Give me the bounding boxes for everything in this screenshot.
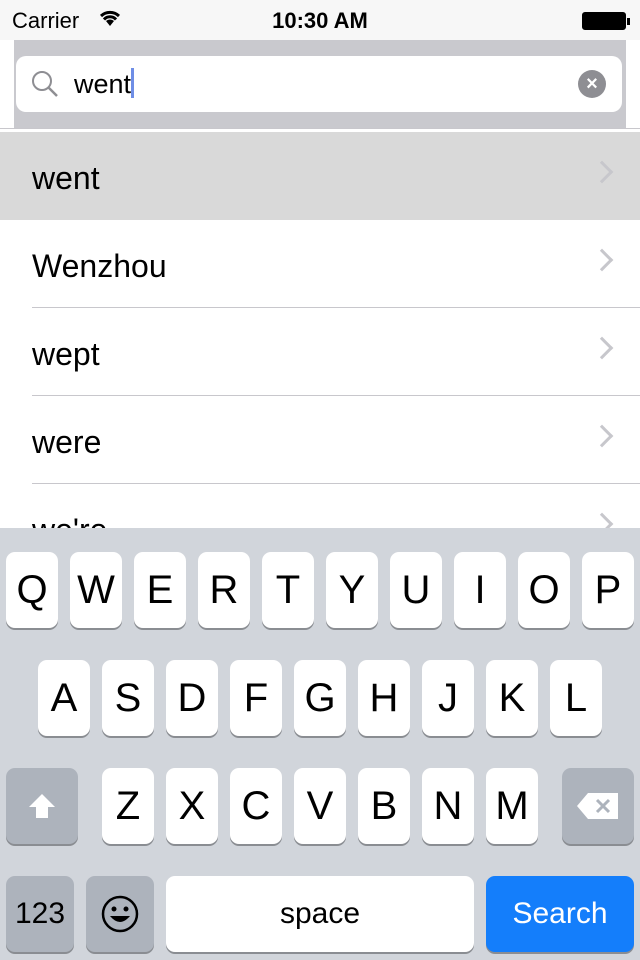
key-g[interactable]: G [294, 660, 346, 736]
key-k[interactable]: K [486, 660, 538, 736]
list-item[interactable]: went [0, 132, 640, 220]
key-z[interactable]: Z [102, 768, 154, 844]
key-f[interactable]: F [230, 660, 282, 736]
emoji-key[interactable] [86, 876, 154, 952]
key-e[interactable]: E [134, 552, 186, 628]
key-n[interactable]: N [422, 768, 474, 844]
key-m[interactable]: M [486, 768, 538, 844]
backspace-icon [577, 793, 618, 819]
key-p[interactable]: P [582, 552, 634, 628]
shift-key[interactable] [6, 768, 78, 844]
clock: 10:30 AM [272, 8, 368, 33]
results-list: went Wenzhou wept were we're [0, 132, 640, 572]
key-w[interactable]: W [70, 552, 122, 628]
key-u[interactable]: U [390, 552, 442, 628]
key-x[interactable]: X [166, 768, 218, 844]
chevron-right-icon [590, 160, 614, 184]
search-query: went [74, 69, 132, 99]
search-input[interactable]: went × [16, 56, 622, 112]
search-icon [30, 69, 60, 104]
key-q[interactable]: Q [6, 552, 58, 628]
search-key[interactable]: Search [486, 876, 634, 952]
key-y[interactable]: Y [326, 552, 378, 628]
key-r[interactable]: R [198, 552, 250, 628]
text-cursor [131, 68, 135, 98]
key-l[interactable]: L [550, 660, 602, 736]
key-o[interactable]: O [518, 552, 570, 628]
key-t[interactable]: T [262, 552, 314, 628]
keyboard: 123 space Search QWERTYUIOP ASDFGHJKL ZXCV… [0, 528, 640, 960]
chevron-right-icon [590, 248, 614, 272]
shift-icon [29, 794, 55, 818]
key-h[interactable]: H [358, 660, 410, 736]
delete-key[interactable] [562, 768, 634, 844]
emoji-icon [101, 895, 139, 933]
numbers-key[interactable]: 123 [6, 876, 74, 952]
key-a[interactable]: A [38, 660, 90, 736]
divider [0, 128, 640, 129]
key-b[interactable]: B [358, 768, 410, 844]
key-s[interactable]: S [102, 660, 154, 736]
chevron-right-icon [590, 336, 614, 360]
status-bar: Carrier 10:30 AM [0, 0, 640, 40]
search-bar: went × [14, 40, 626, 128]
list-item[interactable]: wept [32, 308, 640, 396]
key-v[interactable]: V [294, 768, 346, 844]
battery-icon [582, 12, 630, 30]
chevron-right-icon [590, 424, 614, 448]
space-key[interactable]: space [166, 876, 474, 952]
key-d[interactable]: D [166, 660, 218, 736]
list-item[interactable]: were [32, 396, 640, 484]
key-j[interactable]: J [422, 660, 474, 736]
key-i[interactable]: I [454, 552, 506, 628]
list-item[interactable]: Wenzhou [32, 220, 640, 308]
key-c[interactable]: C [230, 768, 282, 844]
clear-icon[interactable]: × [578, 70, 606, 98]
